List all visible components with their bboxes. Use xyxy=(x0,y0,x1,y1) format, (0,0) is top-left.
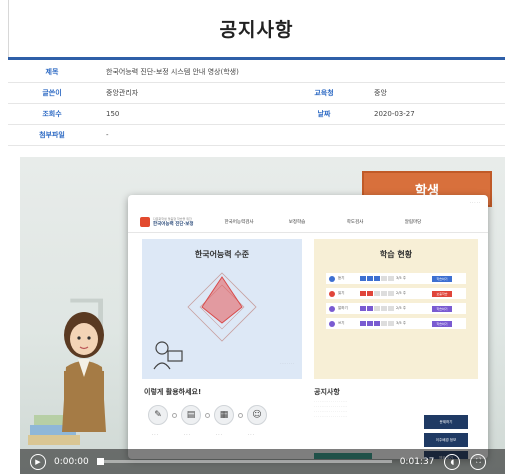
status-panel: 학습 현황 듣기 3/5 주 학습하기 읽기 2/5 주 보충학습 말하기 2/… xyxy=(314,239,478,379)
volume-icon[interactable]: ◖ xyxy=(444,453,461,470)
site-logo-text: 다문화학생 맞춤형 학습을 위한 한국어능력 진단·보정 xyxy=(153,217,194,227)
status-pill: 보충학습 xyxy=(432,290,452,297)
subject-label: 제목 xyxy=(45,68,59,76)
step-arrow-icon xyxy=(238,412,243,418)
site-side-button: 문제하기 xyxy=(424,415,468,429)
status-value: 3/5 주 xyxy=(396,276,406,280)
video-player[interactable]: ㄱ ㅎ 학생 · · · · · 다문화학생 맞춤형 학습을 위한 한국어능력 … xyxy=(20,157,505,474)
views-label: 조회수 xyxy=(42,110,62,118)
status-row: 쓰기 3/5 주 학습하기 xyxy=(326,318,466,329)
status-label: 말하기 xyxy=(338,306,348,310)
howto-step-labels: · · · · · · · · · · · · xyxy=(152,433,254,437)
progress-knob[interactable] xyxy=(96,458,104,465)
subject-value: 한국어능력 진단-보정 시스템 안내 영상(학생) xyxy=(106,68,239,76)
status-dot-icon xyxy=(329,275,335,282)
status-dot-icon xyxy=(329,290,335,297)
author-value: 중앙관리자 xyxy=(106,89,139,97)
status-dot-icon xyxy=(329,320,335,327)
info-row-views: 조회수 150 날짜 2020-03-27 xyxy=(8,104,505,125)
status-label: 듣기 xyxy=(338,276,345,280)
student-desk-icon xyxy=(153,341,183,370)
views-value: 150 xyxy=(106,110,120,118)
status-panel-title: 학습 현황 xyxy=(379,250,413,259)
status-pill: 학습하기 xyxy=(432,320,452,327)
checklist-icon: ✎ xyxy=(148,405,168,425)
status-label: 읽기 xyxy=(338,291,345,295)
status-bars xyxy=(360,276,396,281)
office-label: 교육청 xyxy=(314,89,334,97)
date-value: 2020-03-27 xyxy=(374,110,415,118)
status-row: 읽기 2/5 주 보충학습 xyxy=(326,288,466,299)
site-menu-item: 한국어능력검사 xyxy=(224,219,254,225)
site-side-button: 이주배경 정보 xyxy=(424,433,468,447)
progress-track[interactable] xyxy=(96,458,392,465)
info-row-subject: 제목 한국어능력 진단-보정 시스템 안내 영상(학생) xyxy=(8,62,505,83)
level-panel: 한국어능력 수준 · · · · · · · · xyxy=(142,239,302,379)
status-pill: 학습하기 xyxy=(432,275,452,282)
step-arrow-icon xyxy=(172,412,177,418)
site-notice-list: · · · · · · · · · · · · · · · · · · · · … xyxy=(314,399,348,418)
page-title: 공지사항 xyxy=(8,0,505,60)
info-row-author: 글쓴이 중앙관리자 교육청 중앙 xyxy=(8,83,505,104)
site-notice-title: 공지사항 xyxy=(314,388,340,396)
report-icon: ▦ xyxy=(214,405,234,425)
embedded-site-screenshot: · · · · · 다문화학생 맞춤형 학습을 위한 한국어능력 진단·보정 한… xyxy=(128,195,488,459)
site-menu-item: 학도검사 xyxy=(346,219,364,225)
status-bars xyxy=(360,291,396,296)
status-value: 2/5 주 xyxy=(396,306,406,310)
office-value: 중앙 xyxy=(374,89,387,97)
current-time: 0:00:00 xyxy=(54,456,89,467)
site-nav-bar: 다문화학생 맞춤형 학습을 위한 한국어능력 진단·보정 한국어능력검사 보정학… xyxy=(128,211,488,233)
status-row: 듣기 3/5 주 학습하기 xyxy=(326,273,466,284)
video-controls: ▶ 0:00:00 0:01:37 ◖ ⛶ xyxy=(20,449,505,474)
status-label: 쓰기 xyxy=(338,321,345,325)
status-bars xyxy=(360,321,396,326)
howto-title: 이렇게 활용하세요! xyxy=(144,388,202,396)
radar-chart-icon xyxy=(187,272,257,342)
status-pill: 학습하기 xyxy=(432,305,452,312)
attachment-value[interactable]: - xyxy=(96,131,505,139)
level-panel-title: 한국어능력 수준 xyxy=(194,250,250,259)
logo-mark-icon xyxy=(140,216,150,227)
site-topline: · · · · · xyxy=(469,201,480,205)
document-icon: ▤ xyxy=(181,405,201,425)
status-bars xyxy=(360,306,396,311)
site-logo-small: 다문화학생 맞춤형 학습을 위한 xyxy=(153,216,192,221)
date-label: 날짜 xyxy=(317,110,331,118)
status-dot-icon xyxy=(329,305,335,312)
people-icon: ☺ xyxy=(247,405,267,425)
site-logo-name: 한국어능력 진단·보정 xyxy=(153,221,194,227)
site-menu-item: 알림마당 xyxy=(404,219,422,225)
status-value: 2/5 주 xyxy=(396,291,406,295)
notice-info-table: 제목 한국어능력 진단-보정 시스템 안내 영상(학생) 글쓴이 중앙관리자 교… xyxy=(8,62,505,146)
fullscreen-icon[interactable]: ⛶ xyxy=(470,453,487,470)
total-time: 0:01:37 xyxy=(399,456,435,467)
step-arrow-icon xyxy=(205,412,210,418)
author-label: 글쓴이 xyxy=(42,89,62,97)
status-value: 3/5 주 xyxy=(396,321,406,325)
level-panel-note: · · · · · · · · xyxy=(279,361,294,365)
info-row-attachment: 첨부파일 - xyxy=(8,125,505,146)
howto-steps: ✎ ▤ ▦ ☺ xyxy=(148,405,267,425)
teacher-character-illustration xyxy=(28,312,106,445)
site-logo: 다문화학생 맞춤형 학습을 위한 한국어능력 진단·보정 xyxy=(140,216,210,227)
status-row: 말하기 2/5 주 학습하기 xyxy=(326,303,466,314)
play-icon[interactable]: ▶ xyxy=(30,453,46,470)
site-menu-item: 보정학습 xyxy=(288,219,306,225)
attachment-label: 첨부파일 xyxy=(39,131,65,139)
